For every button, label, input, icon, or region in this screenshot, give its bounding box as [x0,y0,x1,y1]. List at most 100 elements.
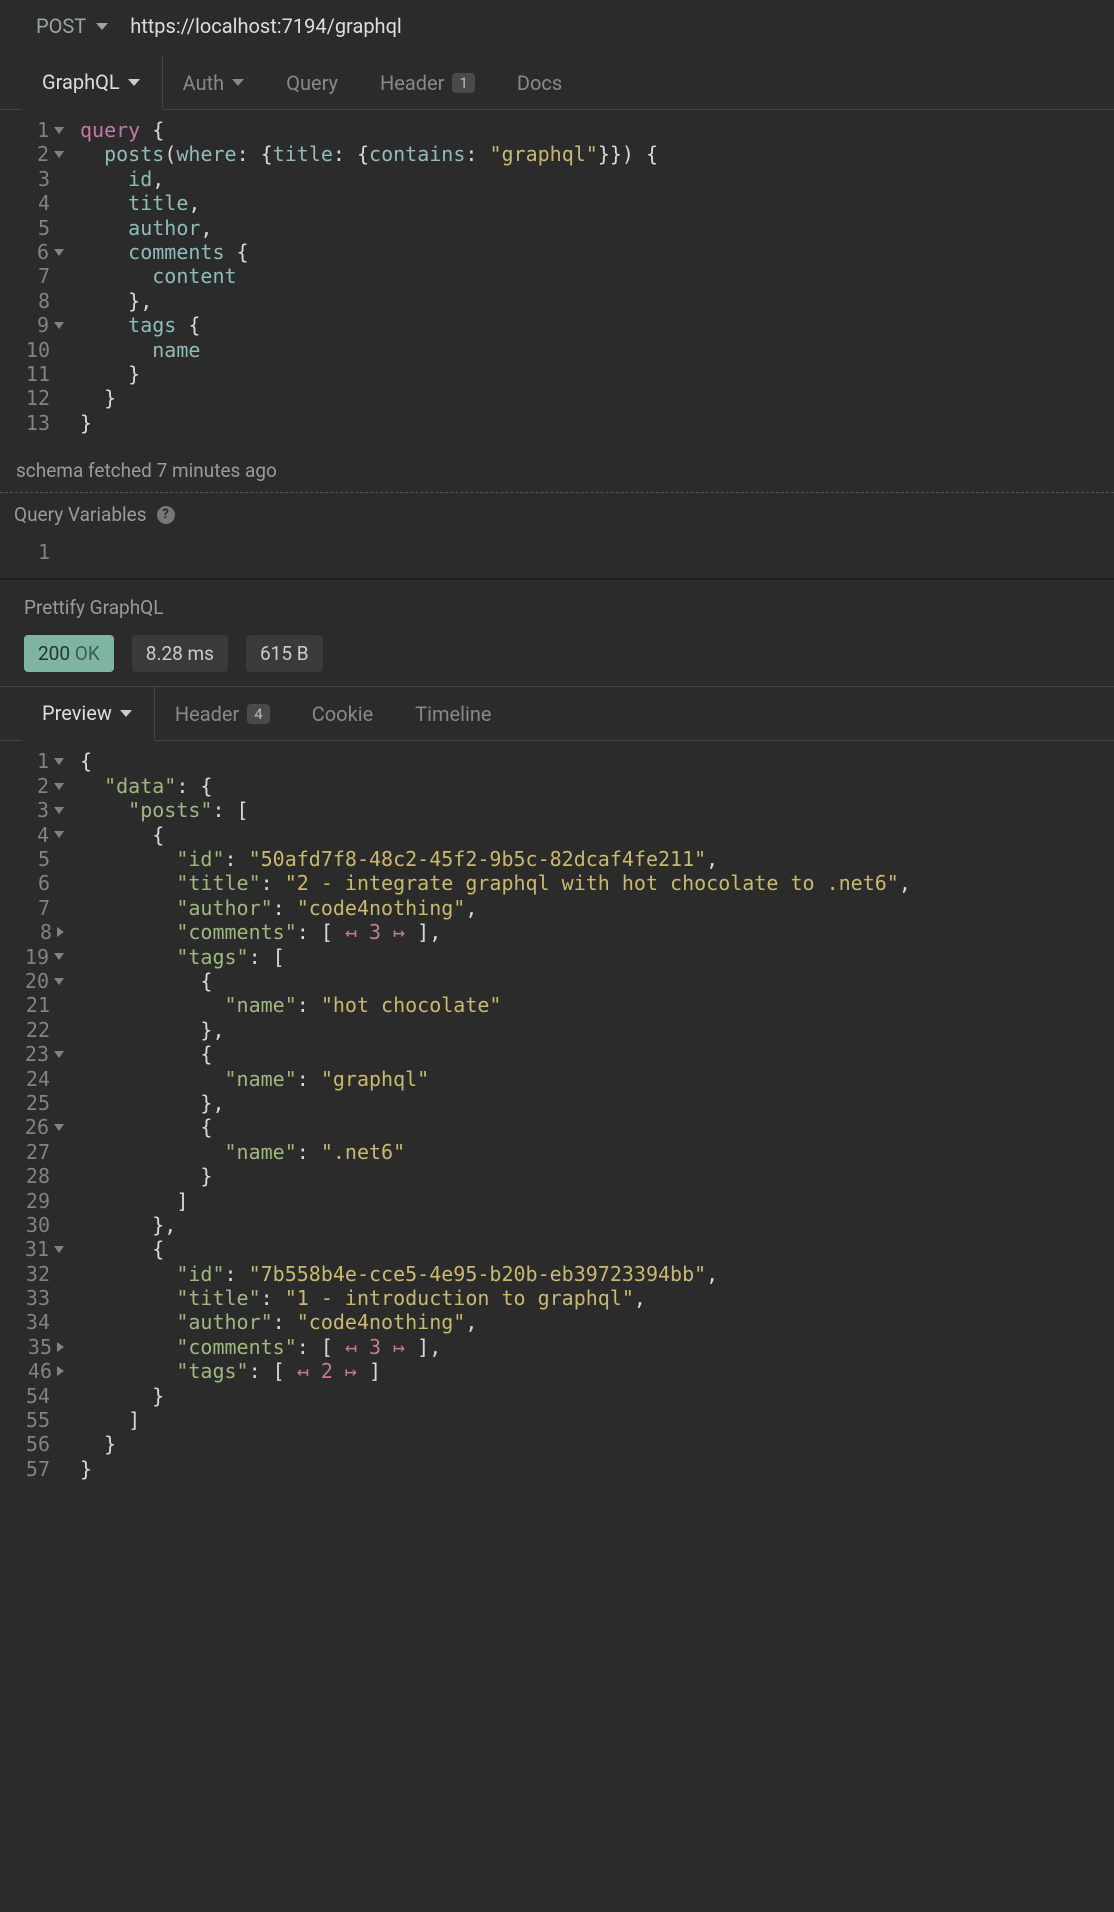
gutter[interactable]: 54 [0,1384,70,1408]
fold-down-icon[interactable] [54,807,64,814]
gutter[interactable]: 32 [0,1262,70,1286]
fold-down-icon[interactable] [54,322,64,329]
gutter[interactable]: 8 [0,920,70,944]
chevron-down-icon [96,23,108,30]
fold-down-icon[interactable] [54,1124,64,1131]
code-content: "name": "graphql" [70,1067,429,1091]
gutter[interactable]: 30 [0,1213,70,1237]
fold-down-icon[interactable] [54,1246,64,1253]
gutter[interactable]: 10 [0,338,70,362]
gutter[interactable]: 56 [0,1432,70,1456]
gutter[interactable]: 6 [0,240,70,264]
tab-header[interactable]: Header4 [155,688,292,740]
gutter[interactable]: 28 [0,1164,70,1188]
gutter[interactable]: 4 [0,823,70,847]
gutter[interactable]: 12 [0,386,70,410]
code-content: } [70,1457,92,1481]
tab-query[interactable]: Query [266,57,360,109]
tab-label: GraphQL [42,70,120,94]
gutter[interactable]: 46 [0,1359,70,1383]
gutter[interactable]: 35 [0,1335,70,1359]
query-variables-header[interactable]: Query Variables ? [0,493,1114,536]
gutter[interactable]: 21 [0,993,70,1017]
gutter[interactable]: 55 [0,1408,70,1432]
gutter[interactable]: 3 [0,167,70,191]
code-content: "author": "code4nothing", [70,896,477,920]
fold-down-icon[interactable] [54,249,64,256]
gutter[interactable]: 7 [0,896,70,920]
gutter[interactable]: 9 [0,313,70,337]
fold-right-icon[interactable] [57,927,64,937]
gutter[interactable]: 57 [0,1457,70,1481]
code-line: 56 } [0,1432,1114,1456]
query-editor[interactable]: 1query {2 posts(where: {title: {contains… [0,110,1114,449]
line-number: 8 [24,289,50,313]
gutter[interactable]: 4 [0,191,70,215]
gutter[interactable]: 23 [0,1042,70,1066]
code-content: "tags": [ ↤ 2 ↦ ] [70,1359,381,1383]
gutter[interactable]: 1 [0,118,70,142]
gutter[interactable]: 5 [0,847,70,871]
tab-header[interactable]: Header1 [360,57,497,109]
gutter[interactable]: 8 [0,289,70,313]
gutter[interactable]: 13 [0,411,70,435]
chevron-down-icon [120,710,132,717]
fold-down-icon[interactable] [54,978,64,985]
code-line: 1query { [0,118,1114,142]
gutter[interactable]: 22 [0,1018,70,1042]
gutter[interactable]: 1 [0,749,70,773]
fold-down-icon[interactable] [54,831,64,838]
gutter[interactable]: 2 [0,774,70,798]
response-editor[interactable]: 1{2 "data": {3 "posts": [4 {5 "id": "50a… [0,741,1114,1495]
gutter[interactable]: 6 [0,871,70,895]
code-line: 25 }, [0,1091,1114,1115]
gutter[interactable]: 11 [0,362,70,386]
variables-editor[interactable]: 1 [0,536,1114,578]
gutter[interactable]: 1 [0,540,70,564]
fold-down-icon[interactable] [54,953,64,960]
fold-down-icon[interactable] [54,758,64,765]
fold-down-icon[interactable] [54,1051,64,1058]
fold-down-icon[interactable] [54,783,64,790]
code-content: { [70,969,212,993]
code-content: "comments": [ ↤ 3 ↦ ], [70,1335,441,1359]
gutter[interactable]: 25 [0,1091,70,1115]
gutter[interactable]: 34 [0,1310,70,1334]
gutter[interactable]: 31 [0,1237,70,1261]
help-icon[interactable]: ? [157,506,175,524]
gutter[interactable]: 29 [0,1189,70,1213]
gutter[interactable]: 3 [0,798,70,822]
gutter[interactable]: 19 [0,945,70,969]
fold-right-icon[interactable] [57,1366,64,1376]
gutter[interactable]: 24 [0,1067,70,1091]
code-line: 55 ] [0,1408,1114,1432]
gutter[interactable]: 33 [0,1286,70,1310]
gutter[interactable]: 7 [0,264,70,288]
prettify-button[interactable]: Prettify GraphQL [0,580,1114,635]
tab-timeline[interactable]: Timeline [395,688,513,740]
fold-right-icon[interactable] [57,1342,64,1352]
fold-down-icon[interactable] [54,127,64,134]
code-line: 7 content [0,264,1114,288]
gutter[interactable]: 26 [0,1115,70,1139]
line-number: 27 [24,1140,50,1164]
tab-auth[interactable]: Auth [163,57,267,109]
code-content: { [70,1237,164,1261]
url-input[interactable]: https://localhost:7194/graphql [130,14,402,38]
code-line: 35 "comments": [ ↤ 3 ↦ ], [0,1335,1114,1359]
tab-cookie[interactable]: Cookie [292,688,395,740]
gutter[interactable]: 2 [0,142,70,166]
tab-docs[interactable]: Docs [497,57,584,109]
code-line: 30 }, [0,1213,1114,1237]
fold-down-icon[interactable] [54,151,64,158]
code-line: 31 { [0,1237,1114,1261]
line-number: 1 [23,118,49,142]
gutter[interactable]: 27 [0,1140,70,1164]
line-number: 33 [24,1286,50,1310]
tab-graphql[interactable]: GraphQL [22,56,163,110]
http-method-dropdown[interactable]: POST [36,14,108,38]
gutter[interactable]: 5 [0,216,70,240]
line-number: 23 [23,1042,49,1066]
gutter[interactable]: 20 [0,969,70,993]
tab-preview[interactable]: Preview [22,687,155,741]
